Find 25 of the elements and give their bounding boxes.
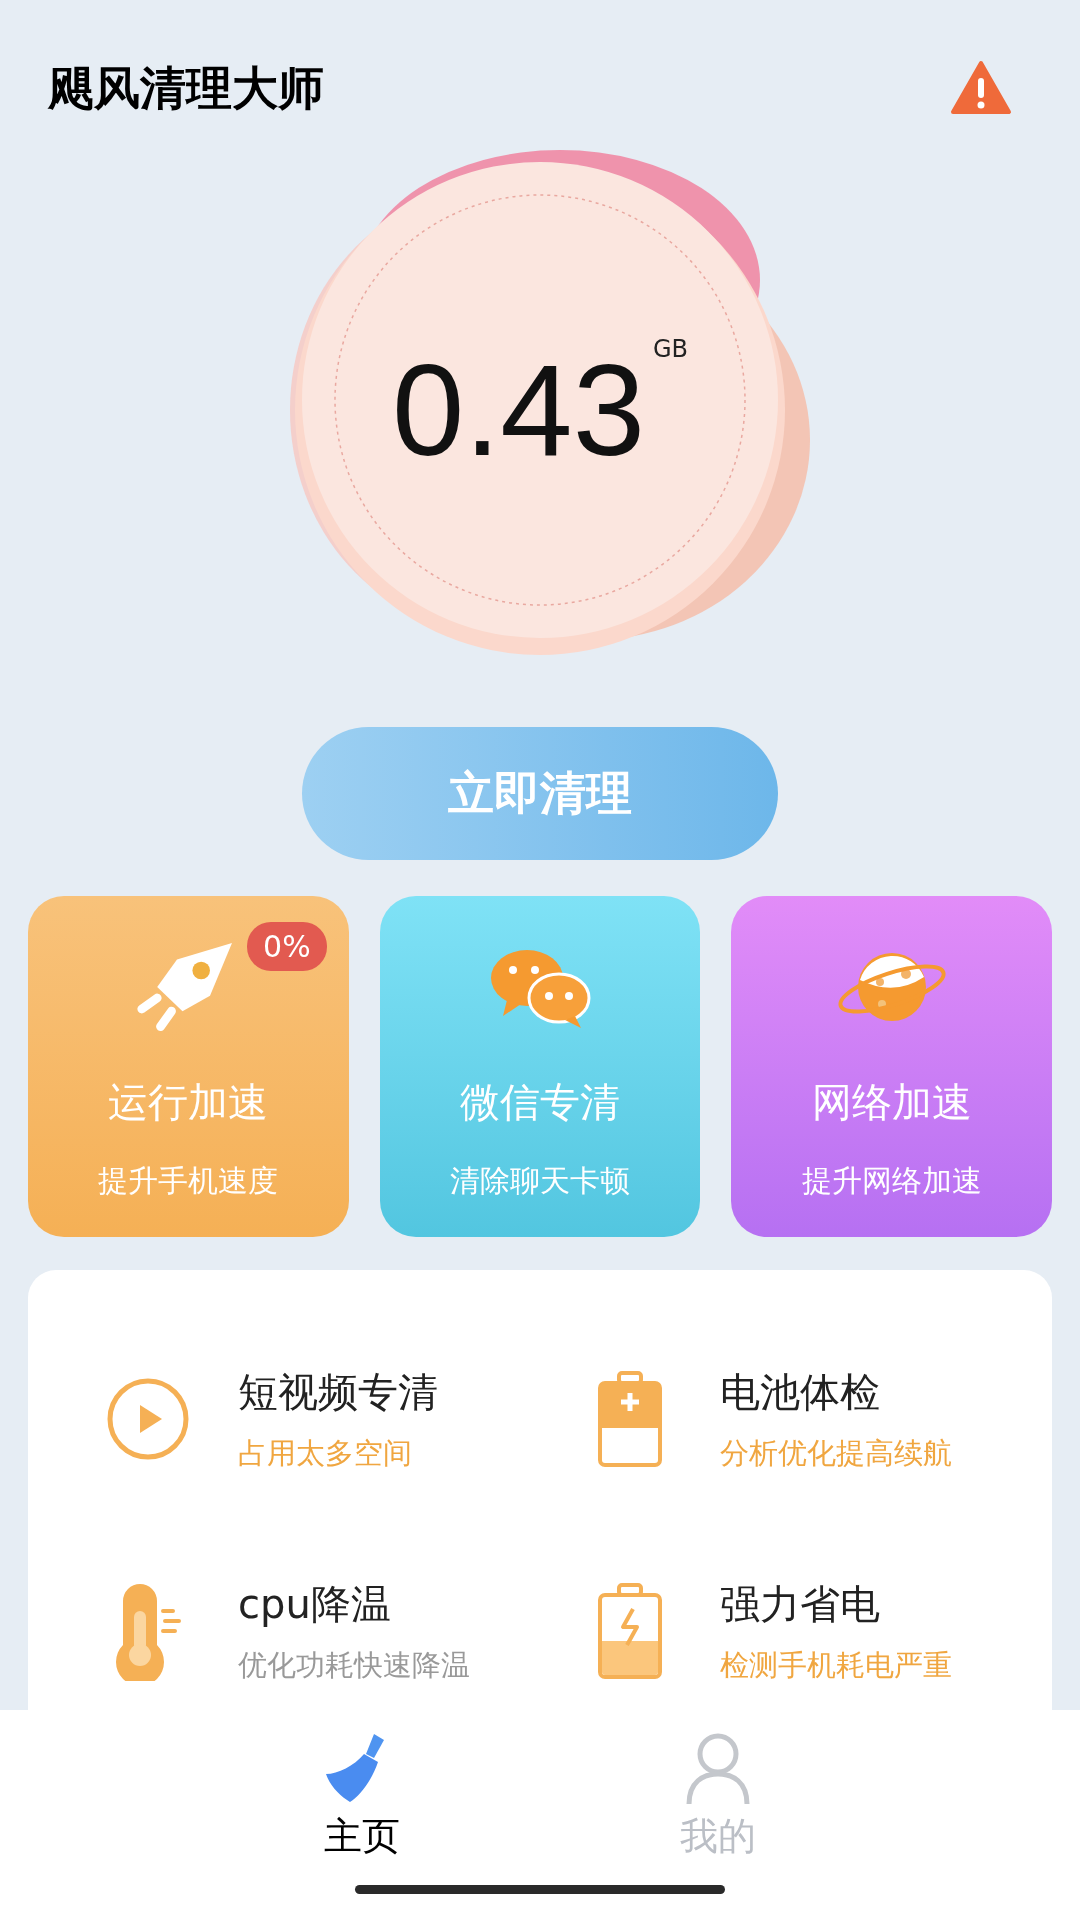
warning-icon[interactable] [950,60,1012,116]
thermometer-icon [113,1581,183,1681]
feature-subtitle: 优化功耗快速降温 [238,1647,470,1685]
tab-item[interactable]: 主页 [324,1730,400,1865]
card-title: 运行加速 [108,1078,269,1127]
feature-title[interactable]: 强力省电 [720,1574,952,1635]
storage-value: 0.43 [391,345,645,475]
battery-icon [597,1371,663,1467]
card-subtitle: 清除聊天卡顿 [450,1162,630,1200]
feature-subtitle: 分析优化提高续航 [720,1435,952,1473]
card-subtitle: 提升手机速度 [98,1162,279,1200]
charging-battery-icon [597,1583,663,1679]
feature-card[interactable]: 运行加速 提升手机速度 0% [28,896,349,1237]
feature-title[interactable]: cpu降温 [238,1574,470,1635]
feature-title[interactable]: 短视频专清 [238,1362,438,1423]
percent-badge: 0% [247,922,327,971]
storage-unit: GB [653,334,689,365]
card-title: 网络加速 [811,1078,972,1127]
feature-title[interactable]: 电池体检 [720,1362,952,1423]
feature-subtitle: 占用太多空间 [238,1435,413,1473]
play-icon [106,1377,190,1461]
card-subtitle: 提升网络加速 [801,1162,982,1200]
app-title: 飓风清理大师 [48,59,324,117]
card-title: 微信专清 [460,1078,620,1127]
feature-subtitle: 检测手机耗电严重 [720,1647,952,1685]
